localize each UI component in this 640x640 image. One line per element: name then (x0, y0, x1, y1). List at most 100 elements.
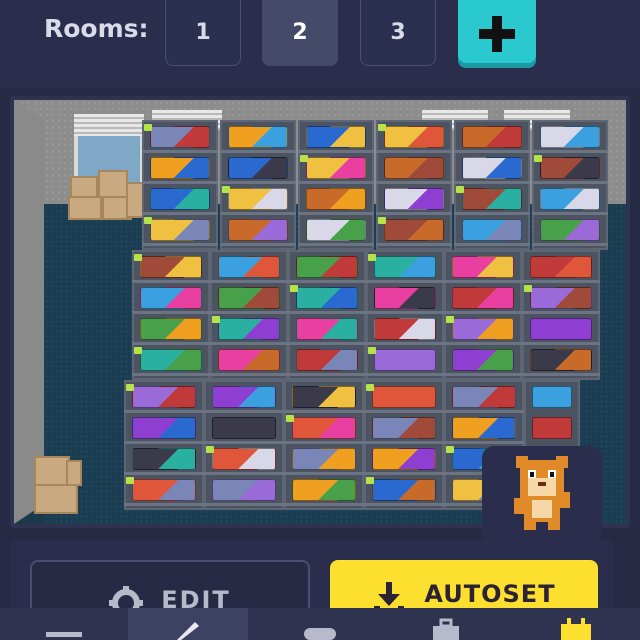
shelf-item[interactable] (374, 287, 436, 309)
shelf-item[interactable] (462, 157, 522, 179)
shelf-item[interactable] (292, 386, 356, 408)
shelf-item[interactable] (530, 287, 592, 309)
shelf-item[interactable] (372, 448, 436, 470)
shelf-item[interactable] (462, 188, 522, 210)
level-badge (206, 446, 214, 453)
shelf-item[interactable] (374, 318, 436, 340)
shelf-board (132, 342, 210, 345)
shelf-item[interactable] (296, 349, 358, 371)
shelf-board (376, 181, 452, 184)
nav-calendar[interactable] (516, 608, 636, 640)
level-badge (222, 186, 230, 193)
shelf-item[interactable] (452, 386, 516, 408)
shelf-board (284, 410, 364, 413)
hamster-icon[interactable] (482, 446, 602, 542)
shelf-item[interactable] (132, 448, 196, 470)
shelf-item[interactable] (218, 287, 280, 309)
shelf-item[interactable] (140, 318, 202, 340)
shelf-item[interactable] (372, 417, 436, 439)
shelf-board (124, 503, 204, 506)
shelf-item[interactable] (212, 479, 276, 501)
shelf-board (220, 150, 296, 153)
shelf-item[interactable] (530, 318, 592, 340)
shelf-item[interactable] (374, 256, 436, 278)
shelf-item[interactable] (132, 479, 196, 501)
shelf-item[interactable] (532, 386, 572, 408)
shelf-item[interactable] (150, 219, 210, 241)
room-tab-3[interactable]: 3 (360, 0, 436, 66)
shelf-item[interactable] (532, 417, 572, 439)
cardboard-box (34, 456, 70, 486)
shelf-item[interactable] (140, 349, 202, 371)
shelf-item[interactable] (384, 126, 444, 148)
shelf-item[interactable] (218, 349, 280, 371)
shelf-item[interactable] (296, 256, 358, 278)
shelf-item[interactable] (132, 417, 196, 439)
shelf-item[interactable] (540, 219, 600, 241)
shelf-item[interactable] (540, 126, 600, 148)
shelf-item[interactable] (374, 349, 436, 371)
shelf-board (532, 212, 608, 215)
shelf-item[interactable] (452, 318, 514, 340)
room-tab-2[interactable]: 2 (262, 0, 338, 66)
cardboard-box (68, 196, 102, 220)
shelf-item[interactable] (452, 256, 514, 278)
shelf-item[interactable] (292, 417, 356, 439)
shelf-item[interactable] (218, 256, 280, 278)
shelf-item[interactable] (140, 287, 202, 309)
add-room-button[interactable] (458, 0, 536, 68)
shelf-board (288, 311, 366, 314)
shelf-item[interactable] (540, 157, 600, 179)
shelf-item[interactable] (132, 386, 196, 408)
shelf-item[interactable] (452, 417, 516, 439)
shelf-item[interactable] (540, 188, 600, 210)
shelf-board (298, 212, 374, 215)
shelf-item[interactable] (292, 448, 356, 470)
shelf-board (284, 441, 364, 444)
shelf-item[interactable] (372, 479, 436, 501)
shelf-item[interactable] (150, 188, 210, 210)
shelf-item[interactable] (218, 318, 280, 340)
shelf-item[interactable] (452, 349, 514, 371)
nav-games[interactable] (260, 608, 380, 640)
nav-business[interactable] (386, 608, 506, 640)
shelf-item[interactable] (306, 126, 366, 148)
shelf-board (444, 311, 522, 314)
shelf-item[interactable] (452, 287, 514, 309)
shelf-item[interactable] (228, 219, 288, 241)
shelf-item[interactable] (212, 417, 276, 439)
shelf-item[interactable] (384, 157, 444, 179)
room-tab-1[interactable]: 1 (165, 0, 241, 66)
shelf-item[interactable] (228, 157, 288, 179)
shelf-board (210, 311, 288, 314)
shelf-item[interactable] (212, 448, 276, 470)
nav-menu[interactable] (4, 608, 124, 640)
shelf-item[interactable] (150, 126, 210, 148)
shelf-item[interactable] (462, 126, 522, 148)
shelf-board (376, 212, 452, 215)
shelf-board (454, 150, 530, 153)
shelf-item[interactable] (372, 386, 436, 408)
shelf-item[interactable] (530, 349, 592, 371)
shelf-board (132, 373, 210, 376)
shelf-item[interactable] (228, 188, 288, 210)
shelf-item[interactable] (384, 219, 444, 241)
nav-build[interactable] (128, 608, 248, 640)
shelf-item[interactable] (462, 219, 522, 241)
shelf-item[interactable] (306, 188, 366, 210)
shelf-item[interactable] (306, 219, 366, 241)
shelf-item[interactable] (150, 157, 210, 179)
shelf-board (284, 503, 364, 506)
shelf-board (204, 441, 284, 444)
shelf-board (204, 503, 284, 506)
shelf-item[interactable] (228, 126, 288, 148)
shelf-item[interactable] (306, 157, 366, 179)
shelf-item[interactable] (384, 188, 444, 210)
shelf-item[interactable] (140, 256, 202, 278)
shelf-item[interactable] (296, 318, 358, 340)
shelf-board (220, 212, 296, 215)
shelf-item[interactable] (212, 386, 276, 408)
shelf-item[interactable] (296, 287, 358, 309)
shelf-item[interactable] (530, 256, 592, 278)
shelf-item[interactable] (292, 479, 356, 501)
